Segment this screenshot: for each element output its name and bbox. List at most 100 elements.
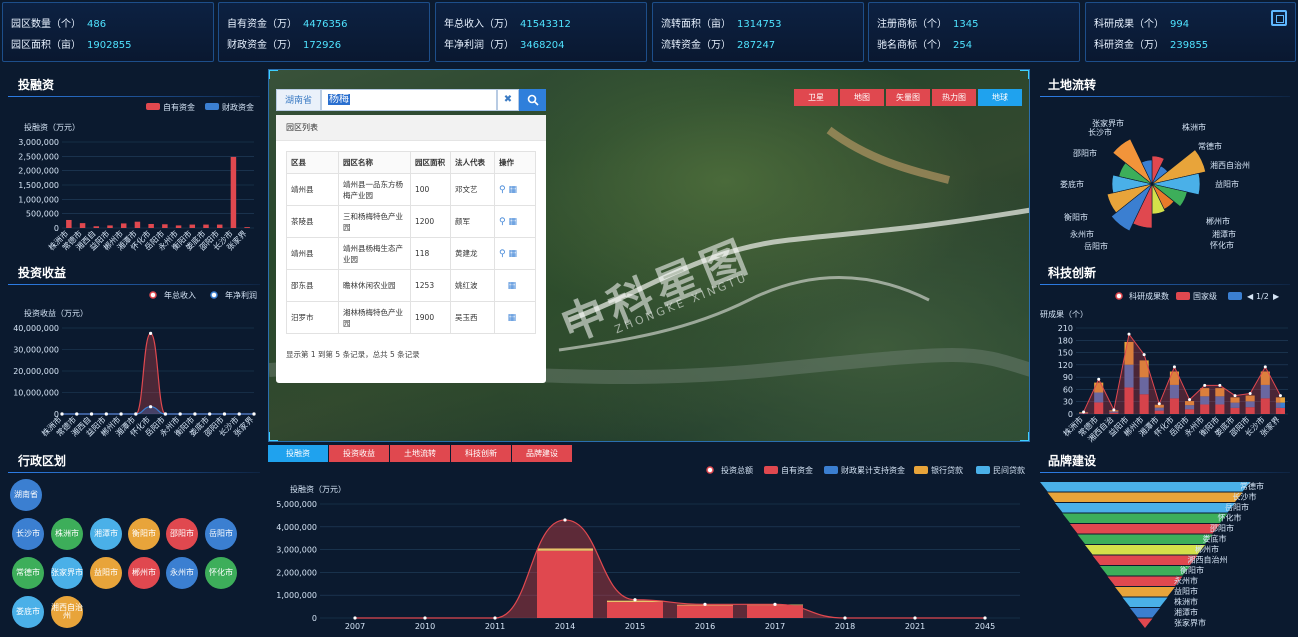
pie-label: 永州市 bbox=[1070, 229, 1094, 239]
district-bubble[interactable]: 娄底市 bbox=[12, 596, 44, 628]
funnel-segment bbox=[1047, 492, 1243, 502]
x-tick-label: 2011 bbox=[485, 622, 505, 631]
funnel-segment bbox=[1085, 545, 1205, 555]
legend-label: 国家级 bbox=[1193, 291, 1217, 301]
locate-icon[interactable]: ⚲ bbox=[499, 185, 506, 195]
stat-label: 财政资金（万） bbox=[227, 40, 297, 51]
search-input[interactable]: 杨梅 bbox=[321, 89, 497, 111]
district-bubble[interactable]: 邵阳市 bbox=[166, 518, 198, 550]
x-tick-label: 2014 bbox=[555, 622, 575, 631]
locate-icon[interactable]: ⚲ bbox=[499, 217, 506, 227]
tab-tech[interactable]: 科技创新 bbox=[451, 445, 511, 462]
tab-return[interactable]: 投资收益 bbox=[329, 445, 389, 462]
tab-vector[interactable]: 矢量图 bbox=[886, 89, 930, 106]
divider bbox=[1040, 284, 1290, 285]
district-bubble[interactable]: 湘潭市 bbox=[90, 518, 122, 550]
district-bubble[interactable]: 永州市 bbox=[166, 557, 198, 589]
y-tick-label: 40,000,000 bbox=[13, 324, 59, 333]
detail-icon[interactable]: ▦ bbox=[508, 249, 517, 259]
tab-brand[interactable]: 品牌建设 bbox=[512, 445, 572, 462]
legend-swatch bbox=[146, 103, 160, 110]
clear-icon[interactable]: ✖ bbox=[497, 89, 519, 111]
y-tick-label: 210 bbox=[1058, 324, 1073, 333]
tab-investment[interactable]: 投融资 bbox=[268, 445, 328, 462]
pie-label: 常德市 bbox=[1198, 141, 1222, 151]
y-tick-label: 10,000,000 bbox=[13, 389, 59, 398]
y-tick-label: 3,000,000 bbox=[276, 546, 317, 555]
data-point bbox=[193, 412, 197, 416]
locate-icon[interactable]: ⚲ bbox=[499, 249, 506, 259]
district-bubble[interactable]: 益阳市 bbox=[90, 557, 122, 589]
district-bubble[interactable]: 怀化市 bbox=[205, 557, 237, 589]
pie-label: 湘潭市 bbox=[1212, 229, 1236, 239]
data-point bbox=[913, 616, 917, 620]
legend-label: 年总收入 bbox=[164, 290, 196, 300]
district-province[interactable]: 湖南省 bbox=[10, 479, 42, 511]
col-header: 操作 bbox=[494, 151, 536, 174]
map-corner bbox=[1020, 70, 1029, 79]
stat-card-research: 科研成果（个） 994 科研资金（万） 239855 bbox=[1085, 2, 1296, 62]
tab-map[interactable]: 地图 bbox=[840, 89, 884, 106]
detail-icon[interactable]: ▦ bbox=[508, 217, 517, 227]
bar bbox=[93, 226, 100, 228]
x-tick-label: 2018 bbox=[835, 622, 855, 631]
district-bubble[interactable]: 郴州市 bbox=[128, 557, 160, 589]
tab-heatmap[interactable]: 热力图 bbox=[932, 89, 976, 106]
data-point bbox=[1157, 402, 1161, 406]
table-row[interactable]: 靖州县 靖州县杨梅生态产业园 118 黄建龙 ⚲ ▦ bbox=[286, 237, 536, 270]
tab-earth[interactable]: 地球 bbox=[978, 89, 1022, 106]
cell-county: 靖州县 bbox=[286, 237, 339, 270]
funnel-segment bbox=[1040, 482, 1250, 492]
stat-card-park: 园区数量（个） 486 园区面积（亩） 1902855 bbox=[2, 2, 214, 62]
axis-label: 投融资（万元） bbox=[290, 484, 346, 494]
table-row[interactable]: 茶陵县 三和杨梅特色产业园 1200 颜军 ⚲ ▦ bbox=[286, 205, 536, 238]
data-point bbox=[222, 412, 227, 416]
data-point bbox=[1218, 383, 1222, 387]
district-bubble[interactable]: 岳阳市 bbox=[205, 518, 237, 550]
legend-label: 财政累计支持资金 bbox=[841, 465, 905, 475]
district-bubble[interactable]: 湘西自治州 bbox=[51, 596, 83, 628]
pie-label: 怀化市 bbox=[1210, 240, 1234, 250]
legend-marker bbox=[1115, 292, 1123, 300]
next-page-icon: ▶ bbox=[1273, 292, 1280, 301]
prev-page-icon: ◀ bbox=[1247, 292, 1254, 301]
pagination-info: 显示第 1 到第 5 条记录，总共 5 条记录 bbox=[286, 350, 420, 359]
funnel-label: 常德市 bbox=[1240, 481, 1264, 491]
axis-label: 研成果（个） bbox=[1040, 309, 1088, 319]
stat-value: 4476356 bbox=[303, 19, 348, 30]
table-row[interactable]: 汨罗市 湘林杨梅特色产业园 1900 吴玉西 ▦ bbox=[286, 301, 536, 334]
detail-icon[interactable]: ▦ bbox=[508, 185, 517, 195]
y-tick-label: 1,500,000 bbox=[18, 181, 59, 190]
data-point bbox=[1112, 408, 1116, 412]
district-bubble[interactable]: 张家界市 bbox=[51, 557, 83, 589]
table-row[interactable]: 靖州县 靖州县一品东方杨梅产业园 100 邓文艺 ⚲ ▦ bbox=[286, 173, 536, 206]
data-point bbox=[1263, 365, 1267, 369]
line-area bbox=[1083, 334, 1281, 414]
pie-label: 张家界市 bbox=[1092, 118, 1124, 128]
cell-county: 靖州县 bbox=[286, 173, 339, 206]
province-select[interactable]: 湖南省 bbox=[276, 89, 321, 111]
funnel-segment bbox=[1062, 513, 1228, 523]
detail-icon[interactable]: ▦ bbox=[508, 281, 517, 291]
funnel-segment bbox=[1130, 608, 1160, 618]
district-bubble[interactable]: 衡阳市 bbox=[128, 518, 160, 550]
search-bar: 湖南省 杨梅 ✖ bbox=[276, 89, 546, 111]
stat-label: 年总收入（万） bbox=[444, 19, 514, 30]
search-button[interactable] bbox=[519, 89, 546, 111]
stat-card-funds: 自有资金（万） 4476356 财政资金（万） 172926 bbox=[218, 2, 430, 62]
data-point bbox=[119, 412, 123, 416]
district-bubble[interactable]: 长沙市 bbox=[12, 518, 44, 550]
detail-icon[interactable]: ▦ bbox=[508, 313, 517, 323]
district-bubble[interactable]: 株洲市 bbox=[51, 518, 83, 550]
fullscreen-icon[interactable] bbox=[1271, 10, 1287, 26]
bar bbox=[66, 219, 72, 228]
tab-land[interactable]: 土地流转 bbox=[390, 445, 450, 462]
district-bubble[interactable]: 常德市 bbox=[12, 557, 44, 589]
data-point bbox=[563, 518, 567, 522]
funnel-label: 衡阳市 bbox=[1180, 565, 1204, 575]
y-tick-label: 20,000,000 bbox=[13, 367, 59, 376]
tab-satellite[interactable]: 卫星 bbox=[794, 89, 838, 106]
table-row[interactable]: 邵东县 瞻林休闲农业园 1253 姚红波 ▦ bbox=[286, 269, 536, 302]
data-point bbox=[75, 412, 79, 416]
data-point bbox=[237, 412, 241, 416]
